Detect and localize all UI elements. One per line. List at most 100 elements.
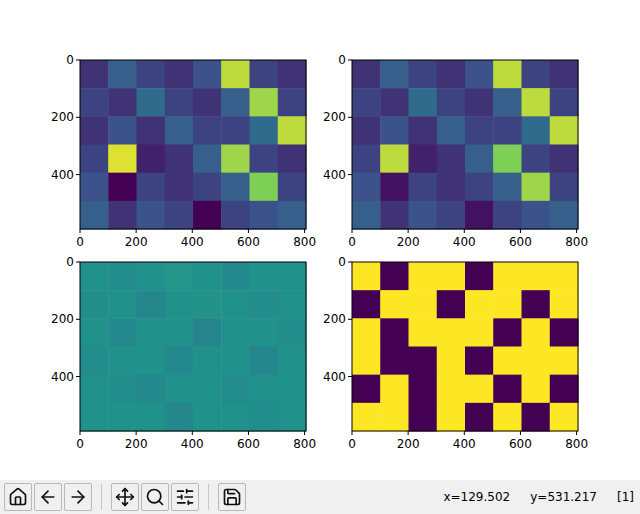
image-cell [465,290,494,319]
y-tick: 0 [338,53,352,67]
image-cell [221,347,250,376]
image-cell [80,145,109,174]
y-tick: 400 [51,168,80,182]
subplot[interactable]: 02004006008000200400 [46,52,318,253]
image-cell [278,375,307,404]
tick-label: 400 [51,168,74,182]
image-cell [250,290,279,319]
image-cell [493,173,522,202]
image-cell [465,145,494,174]
image-cell [522,375,551,404]
image-cell [137,88,166,117]
tick-label: 800 [293,437,316,451]
image-cell [352,116,381,145]
x-tick: 0 [76,431,84,451]
image-cell [409,403,438,432]
configure-button[interactable] [171,483,199,511]
image-cell [380,262,409,291]
x-tick: 200 [397,229,420,249]
home-button[interactable] [4,483,32,511]
image-cell [221,290,250,319]
image-cell [522,347,551,376]
image-cell [465,173,494,202]
y-tick: 0 [338,255,352,269]
y-tick: 400 [51,370,80,384]
image-cell [522,88,551,117]
image-cell [108,262,137,291]
tick-label: 400 [323,168,346,182]
image-cell [278,145,307,174]
image-cell [522,173,551,202]
image-cell [137,347,166,376]
image-cell [108,375,137,404]
tick-label: 400 [453,235,476,249]
image-cell [193,262,222,291]
image-cell [522,318,551,347]
image-cell [108,347,137,376]
image-cell [250,116,279,145]
image-cell [137,290,166,319]
image-cell [250,145,279,174]
image-cell [165,290,194,319]
subplot[interactable]: 02004006008000200400 [46,254,318,455]
image-cell [278,318,307,347]
image-cell [380,403,409,432]
forward-button[interactable] [64,483,92,511]
image-cell [80,403,109,432]
image-cell [250,173,279,202]
image-cell [437,403,466,432]
image-cell [550,262,579,291]
image-cell [409,60,438,89]
image-cell [165,173,194,202]
image-cell [522,145,551,174]
tick-label: 600 [509,437,532,451]
image-cell [493,318,522,347]
tick-label: 200 [323,312,346,326]
image-cell [550,201,579,230]
image-cell [278,403,307,432]
image-cell [352,173,381,202]
separator [101,484,102,510]
x-tick: 0 [76,229,84,249]
subplot[interactable]: 02004006008000200400 [318,254,590,455]
x-tick: 600 [237,229,260,249]
image-cell [380,88,409,117]
image-cell [409,201,438,230]
image-cell [409,375,438,404]
image-cell [165,201,194,230]
image-cell [522,290,551,319]
tick-label: 0 [348,437,356,451]
image-cell [80,116,109,145]
image-cell [550,290,579,319]
image-cell [465,88,494,117]
image-cell [493,262,522,291]
image-cell [193,201,222,230]
image-cell [380,116,409,145]
image-cell [465,318,494,347]
image-cell [550,347,579,376]
save-button[interactable] [218,483,246,511]
image-cell [193,347,222,376]
x-tick: 800 [293,229,316,249]
image-cell [250,60,279,89]
image-cell [193,116,222,145]
image-cell [137,403,166,432]
image-cell [409,173,438,202]
image-cell [409,262,438,291]
back-button[interactable] [34,483,62,511]
zoom-button[interactable] [141,483,169,511]
image-cell [409,145,438,174]
tick-label: 0 [348,235,356,249]
image-cell [493,88,522,117]
pan-button[interactable] [111,483,139,511]
x-tick: 400 [453,431,476,451]
image-cell [278,347,307,376]
image-cell [493,290,522,319]
floppy-icon [222,487,242,507]
y-tick: 0 [66,53,80,67]
image-cell [137,173,166,202]
subplot[interactable]: 02004006008000200400 [318,52,590,253]
x-tick: 800 [565,431,588,451]
image-cell [493,375,522,404]
image-cell [80,60,109,89]
